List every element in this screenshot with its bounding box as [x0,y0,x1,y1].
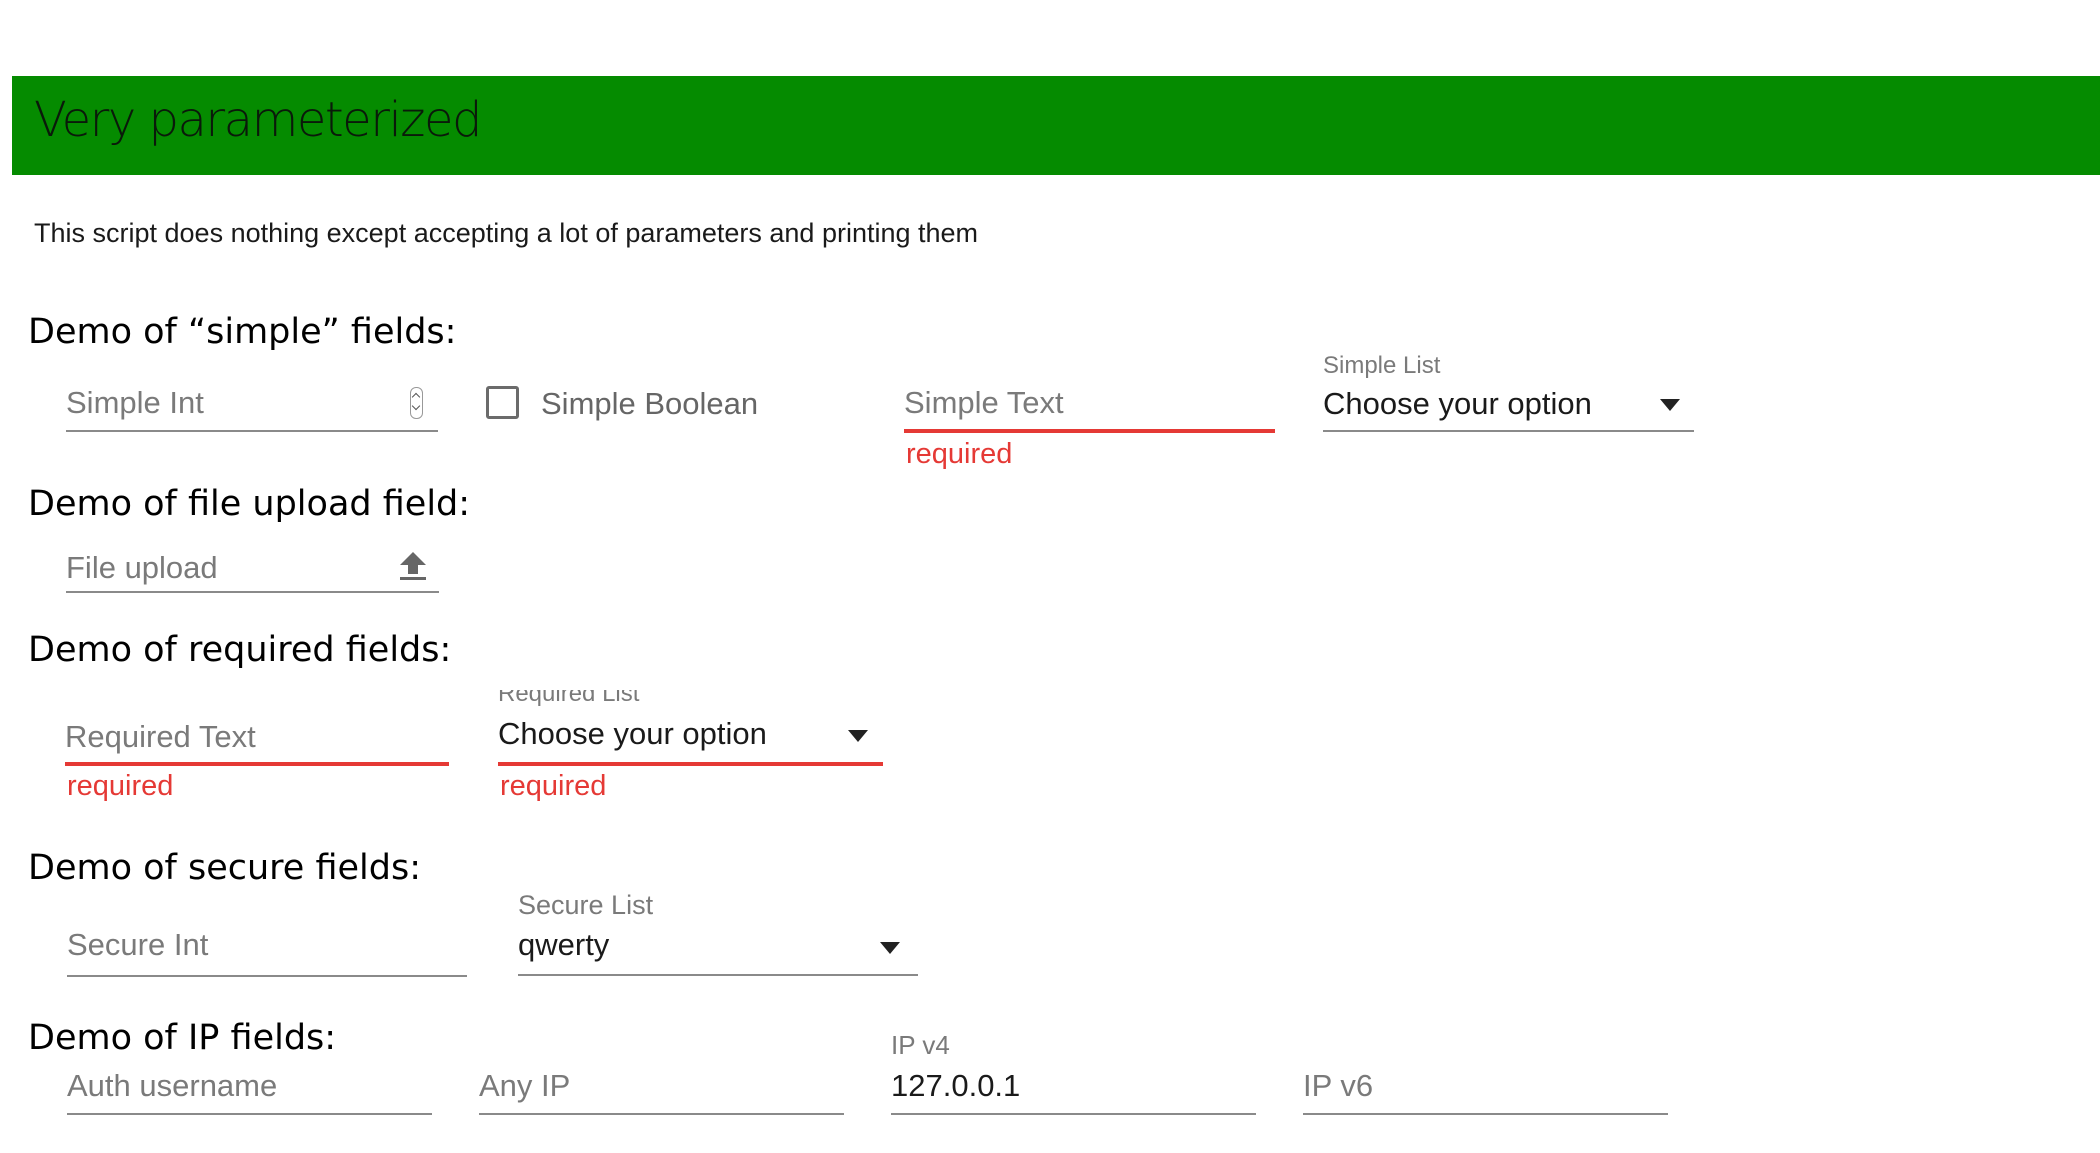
required-list-label: Required List [498,690,640,707]
ip-v4-label: IP v4 [891,1030,950,1060]
chevron-down-icon[interactable] [880,942,900,954]
ip-v6-underline [1303,1113,1668,1115]
simple-int-placeholder: Simple Int [66,385,204,420]
simple-boolean-label: Simple Boolean [541,386,759,421]
page-title: Very parameterized [34,92,482,148]
header-bar: Very parameterized [12,76,2100,175]
secure-list-underline [518,974,918,976]
chevron-down-icon[interactable] [848,730,868,742]
simple-text-placeholder: Simple Text [904,385,1064,420]
auth-username-placeholder: Auth username [67,1068,278,1103]
required-list-error: required [500,770,607,802]
required-list-underline [498,762,883,766]
simple-int-field[interactable]: Simple Int [66,380,438,472]
ip-v4-underline [891,1113,1256,1115]
simple-boolean-field[interactable]: Simple Boolean [486,386,758,436]
secure-list-value: qwerty [518,927,610,962]
section-heading-simple: Demo of “simple” fields: [28,312,457,352]
any-ip-placeholder: Any IP [479,1068,571,1103]
any-ip-field[interactable]: Any IP [479,1066,844,1118]
file-upload-underline [66,591,439,593]
simple-text-underline [904,429,1275,433]
script-description: This script does nothing except acceptin… [34,218,979,248]
section-heading-file-upload: Demo of file upload field: [28,484,471,524]
ip-v4-value: 127.0.0.1 [891,1068,1021,1103]
secure-list-select[interactable]: Secure List qwerty [518,890,918,980]
required-text-error: required [67,770,174,802]
secure-int-placeholder: Secure Int [67,927,209,962]
secure-int-field[interactable]: Secure Int [67,924,467,980]
required-text-placeholder: Required Text [65,719,256,754]
simple-list-label: Simple List [1323,352,1441,379]
simple-text-field[interactable]: Simple Text required [904,380,1275,480]
auth-username-underline [67,1113,432,1115]
simple-boolean-checkbox[interactable] [486,386,519,419]
ip-v6-placeholder: IP v6 [1303,1068,1374,1103]
file-upload-field[interactable]: File upload [66,548,439,608]
any-ip-underline [479,1113,844,1115]
required-list-value: Choose your option [498,716,767,751]
secure-list-label: Secure List [518,890,654,920]
auth-username-field[interactable]: Auth username [67,1066,432,1118]
upload-arrow-icon[interactable] [400,552,426,580]
chevron-down-icon[interactable] [1660,399,1680,411]
file-upload-placeholder: File upload [66,550,218,585]
simple-list-value: Choose your option [1323,386,1592,421]
section-heading-required: Demo of required fields: [28,630,452,670]
section-heading-secure: Demo of secure fields: [28,848,421,888]
simple-int-underline [66,430,438,432]
ip-v6-field[interactable]: IP v6 [1303,1066,1668,1118]
ip-v4-field[interactable]: IP v4 127.0.0.1 [891,1030,1256,1120]
simple-text-error: required [906,438,1013,470]
secure-int-underline [67,975,467,977]
simple-list-underline [1323,430,1694,432]
number-stepper-icon[interactable] [410,387,423,419]
simple-list-select[interactable]: Simple List Choose your option [1323,352,1694,432]
required-list-select[interactable]: Required List Choose your option require… [498,690,883,810]
required-text-field[interactable]: Required Text required [65,714,449,814]
section-heading-ip: Demo of IP fields: [28,1018,337,1058]
required-text-underline [65,762,449,766]
